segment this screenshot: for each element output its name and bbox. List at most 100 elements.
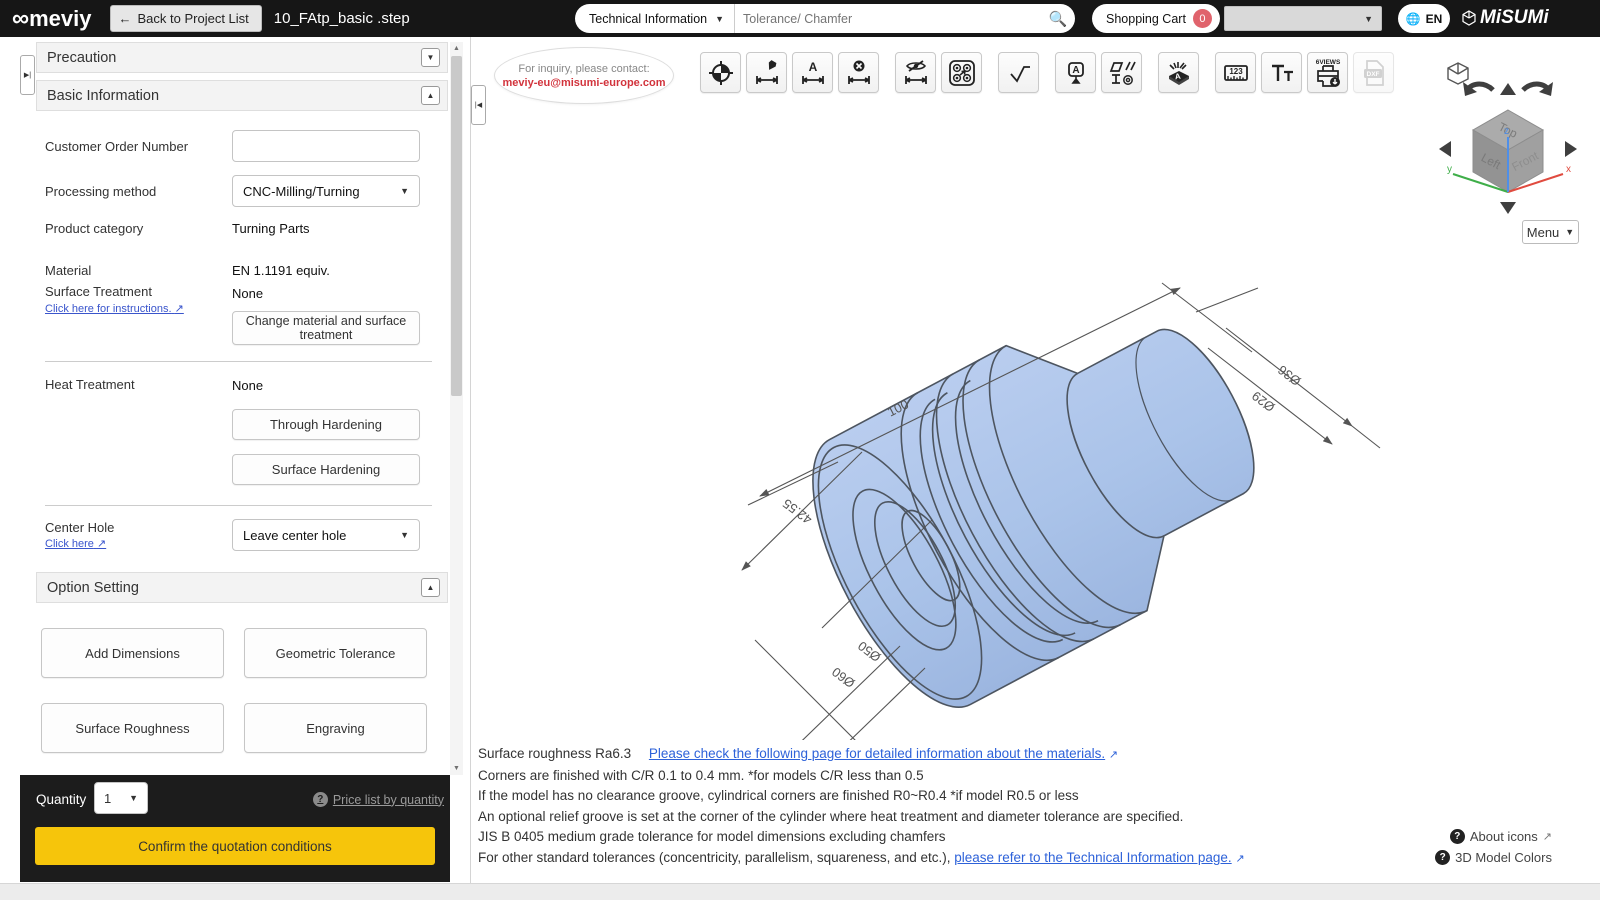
svg-text:Ø60: Ø60 xyxy=(829,664,858,691)
heat-treatment-label: Heat Treatment xyxy=(45,377,135,392)
viewer-menu-button[interactable]: Menu ▼ xyxy=(1522,220,1579,244)
pan-right-arrow[interactable] xyxy=(1565,141,1577,157)
scrollbar-up-arrow[interactable]: ▲ xyxy=(450,42,463,55)
search-category-select[interactable]: Technical Information ▼ xyxy=(575,4,736,33)
material-value: EN 1.1191 equiv. xyxy=(232,263,330,278)
cart-count-badge: 0 xyxy=(1192,9,1212,28)
quantity-label: Quantity xyxy=(36,792,87,807)
contact-info-bubble: For inquiry, please contact: meviy-eu@mi… xyxy=(494,47,674,104)
model-toolbar: A A A 123 6VIEWS DXF xyxy=(700,52,1394,93)
geometric-tolerance-button[interactable]: Geometric Tolerance xyxy=(244,628,427,678)
header-dropdown[interactable]: ▼ xyxy=(1224,6,1382,31)
pan-left-arrow[interactable] xyxy=(1439,141,1451,157)
section-option-setting[interactable]: Option Setting ▲ xyxy=(36,572,448,603)
corners-note: Corners are finished with C/R 0.1 to 0.4… xyxy=(478,767,924,783)
chevron-down-icon: ▼ xyxy=(400,186,409,196)
misumi-logo: MiSUMi xyxy=(1462,7,1549,29)
option-setting-collapse-toggle[interactable]: ▲ xyxy=(421,578,440,597)
divider xyxy=(45,361,432,362)
surface-finish-icon[interactable] xyxy=(998,52,1039,93)
processing-method-label: Processing method xyxy=(45,184,157,199)
scrollbar-thumb[interactable] xyxy=(451,56,462,396)
language-button[interactable]: 🌐 EN xyxy=(1398,4,1450,33)
datum-target-icon[interactable] xyxy=(700,52,741,93)
model-notes: Surface roughness Ra6.3 Please check the… xyxy=(478,744,1245,869)
relief-groove-note: An optional relief groove is set at the … xyxy=(478,808,1184,824)
divider xyxy=(45,505,432,506)
svg-text:123: 123 xyxy=(1229,67,1243,76)
external-link-icon: ↗ xyxy=(96,538,107,550)
contact-email[interactable]: meviy-eu@misumi-europe.com xyxy=(503,77,666,89)
main-collapse-handle[interactable]: |◀ xyxy=(471,85,486,125)
delete-dimension-icon[interactable] xyxy=(838,52,879,93)
add-dimensions-button[interactable]: Add Dimensions xyxy=(41,628,224,678)
edit-dimension-icon[interactable] xyxy=(746,52,787,93)
tilt-down-arrow[interactable] xyxy=(1500,202,1516,214)
external-link-icon: ↗ xyxy=(174,303,184,315)
svg-text:DXF: DXF xyxy=(1366,71,1379,78)
svg-text:A: A xyxy=(808,60,817,74)
dxf-download-icon: DXF xyxy=(1353,52,1394,93)
back-to-project-list-button[interactable]: ← Back to Project List xyxy=(109,5,262,32)
search-input[interactable] xyxy=(735,11,1041,26)
rotate-left-arrow[interactable] xyxy=(1463,81,1495,96)
external-link-icon: ↗ xyxy=(1108,749,1119,761)
customer-order-input[interactable] xyxy=(232,130,420,162)
surface-hardening-button[interactable]: Surface Hardening xyxy=(232,454,420,485)
measure-numbers-icon[interactable]: 123 xyxy=(1215,52,1256,93)
center-hole-link[interactable]: Click here ↗ xyxy=(45,537,106,550)
center-hole-select[interactable]: Leave center hole ▼ xyxy=(232,519,420,551)
quantity-select[interactable]: 1 ▼ xyxy=(94,782,148,814)
change-material-button[interactable]: Change material and surface treatment xyxy=(232,311,420,345)
geometric-tolerance-icon[interactable] xyxy=(1101,52,1142,93)
chevron-down-icon: ▼ xyxy=(1364,13,1373,24)
surface-roughness-button[interactable]: Surface Roughness xyxy=(41,703,224,753)
materials-info-link[interactable]: Please check the following page for deta… xyxy=(649,746,1105,761)
customer-order-label: Customer Order Number xyxy=(45,139,189,154)
material-label: Material xyxy=(45,263,92,278)
section-precaution[interactable]: Precaution ▼ xyxy=(36,42,448,73)
svg-text:y: y xyxy=(1447,164,1452,175)
text-size-icon[interactable] xyxy=(1261,52,1302,93)
engraving-button[interactable]: Engraving xyxy=(244,703,427,753)
question-icon: ? xyxy=(312,792,328,807)
search-icon[interactable]: 🔍 xyxy=(1041,4,1075,33)
svg-text:A: A xyxy=(1072,65,1079,76)
meviy-logo[interactable]: ∞ meviy xyxy=(12,5,92,33)
turned-part-3d-model[interactable] xyxy=(778,263,1302,732)
technical-information-link[interactable]: please refer to the Technical Informatio… xyxy=(954,850,1231,865)
price-list-link[interactable]: ? Price list by quantity xyxy=(312,792,444,807)
processing-method-select[interactable]: CNC-Milling/Turning ▼ xyxy=(232,175,420,207)
hole-group-icon[interactable] xyxy=(941,52,982,93)
through-hardening-button[interactable]: Through Hardening xyxy=(232,409,420,440)
sidebar-scrollbar[interactable]: ▲ ▼ xyxy=(450,42,463,775)
horizontal-scrollbar-track[interactable] xyxy=(0,883,1600,900)
surface-treatment-label: Surface Treatment xyxy=(45,284,152,299)
surface-instructions-link[interactable]: Click here for instructions. ↗ xyxy=(45,302,184,315)
settings-sidebar: ▶| Precaution ▼ Basic Information ▲ Cust… xyxy=(20,42,450,775)
basic-info-collapse-toggle[interactable]: ▲ xyxy=(421,86,440,105)
datum-symbol-icon[interactable]: A xyxy=(1055,52,1096,93)
text-dimension-icon[interactable]: A xyxy=(792,52,833,93)
viewcube-home-icon[interactable] xyxy=(1447,62,1469,85)
shopping-cart-button[interactable]: Shopping Cart 0 xyxy=(1092,4,1220,33)
sidebar-collapse-handle[interactable]: ▶| xyxy=(20,55,35,95)
engraving-icon[interactable]: A xyxy=(1158,52,1199,93)
hide-dimension-icon[interactable] xyxy=(895,52,936,93)
svg-text:z: z xyxy=(1504,126,1509,137)
precaution-expand-toggle[interactable]: ▼ xyxy=(421,48,440,67)
clearance-groove-note: If the model has no clearance groove, cy… xyxy=(478,788,1079,803)
globe-icon: 🌐 xyxy=(1405,11,1421,26)
scrollbar-down-arrow[interactable]: ▼ xyxy=(450,762,463,775)
top-header-bar: ∞ meviy ← Back to Project List 10_FAtp_b… xyxy=(0,0,1600,37)
external-link-icon: ↗ xyxy=(1235,852,1245,865)
tilt-up-arrow[interactable] xyxy=(1500,83,1516,95)
question-icon: ? xyxy=(1435,850,1451,865)
model-colors-link[interactable]: ? 3D Model Colors xyxy=(1435,847,1552,868)
confirm-quotation-button[interactable]: Confirm the quotation conditions xyxy=(35,827,435,865)
section-basic-information[interactable]: Basic Information ▲ xyxy=(36,80,448,111)
product-category-value: Turning Parts xyxy=(232,221,310,236)
six-views-download-icon[interactable]: 6VIEWS xyxy=(1307,52,1348,93)
about-icons-link[interactable]: ? About icons ↗ xyxy=(1435,826,1552,847)
rotate-right-arrow[interactable] xyxy=(1521,81,1553,96)
